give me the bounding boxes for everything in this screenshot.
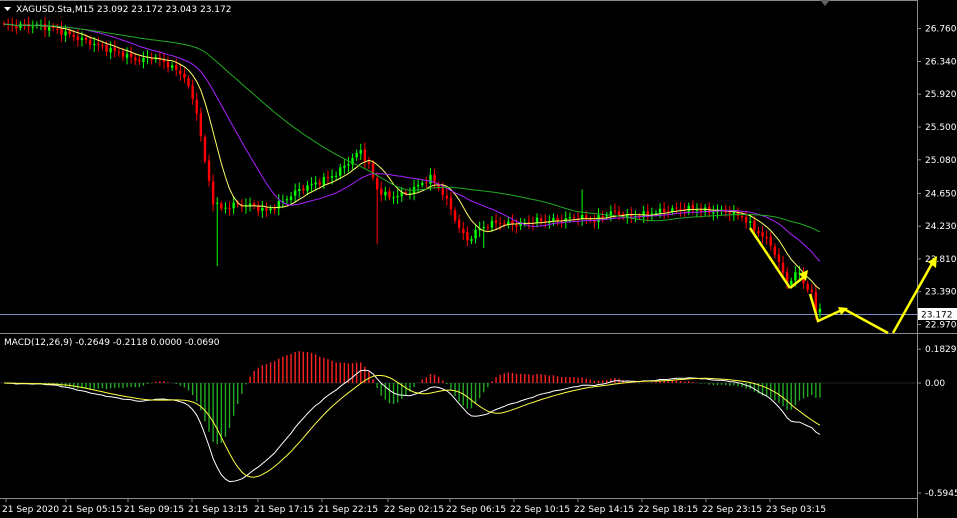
time-tick-label: 22 Sep 14:15 xyxy=(574,505,634,515)
time-tick-label: 22 Sep 18:15 xyxy=(638,505,698,515)
price-tick-label: 25.500 xyxy=(925,123,957,133)
trading-chart[interactable]: XAGUSD.Sta,M15 23.092 23.172 23.043 23.1… xyxy=(0,0,957,518)
candle xyxy=(203,134,207,164)
price-tick-label: 23.390 xyxy=(925,288,957,298)
macd-info: MACD(12,26,9) -0.2649 -0.2118 0.0000 -0.… xyxy=(4,338,220,348)
time-tick-label: 21 Sep 2020 xyxy=(2,505,59,515)
price-tick-label: 25.080 xyxy=(925,156,957,166)
time-tick-label: 21 Sep 13:15 xyxy=(188,505,248,515)
time-tick-label: 22 Sep 23:15 xyxy=(702,505,762,515)
price-tick-label: 26.340 xyxy=(925,57,957,67)
macd-tick-label: 0.1829 xyxy=(925,345,957,355)
price-tick-label: 25.920 xyxy=(925,90,957,100)
time-tick-label: 22 Sep 02:15 xyxy=(384,505,444,515)
time-tick-label: 21 Sep 22:15 xyxy=(318,505,378,515)
macd-tick-label: -0.5945 xyxy=(925,489,957,499)
price-tick-label: 26.760 xyxy=(925,25,957,35)
last-price-tag: 23.172 xyxy=(918,308,957,321)
time-tick-label: 21 Sep 05:15 xyxy=(62,505,122,515)
symbol-info: XAGUSD.Sta,M15 23.092 23.172 23.043 23.1… xyxy=(16,5,231,15)
macd-tick-label: 0.00 xyxy=(925,379,945,389)
time-tick-label: 23 Sep 03:15 xyxy=(766,505,826,515)
macd-panel[interactable]: MACD(12,26,9) -0.2649 -0.2118 0.0000 -0.… xyxy=(4,338,220,348)
last-price-value: 23.172 xyxy=(921,311,953,321)
time-tick-label: 21 Sep 17:15 xyxy=(254,505,314,515)
time-tick-label: 22 Sep 10:15 xyxy=(510,505,570,515)
price-tick-label: 24.230 xyxy=(925,222,957,232)
symbol-header: XAGUSD.Sta,M15 23.092 23.172 23.043 23.1… xyxy=(4,5,231,15)
time-tick-label: 22 Sep 06:15 xyxy=(446,505,506,515)
time-tick-label: 21 Sep 09:15 xyxy=(124,505,184,515)
price-tick-label: 22.970 xyxy=(925,321,957,331)
price-tick-label: 24.650 xyxy=(925,189,957,199)
price-tick-label: 23.810 xyxy=(925,255,957,265)
